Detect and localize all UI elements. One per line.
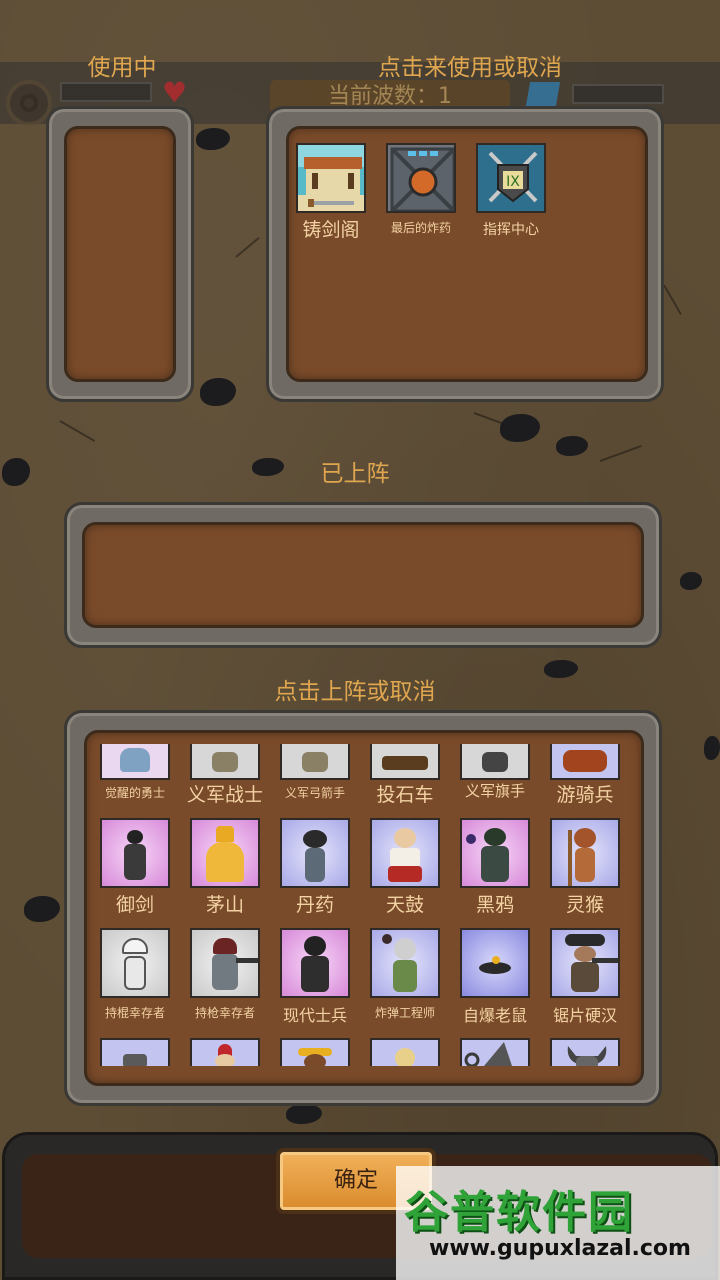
unit-label: 锯片硬汉 [552,1006,617,1025]
sawblade-tough-guy-icon [550,928,620,998]
helmet-unit-icon[interactable] [100,1038,170,1066]
rebel-warrior-icon [190,744,260,780]
maoshan-taoist-icon [190,818,260,888]
unit-label: 投石车 [376,784,434,806]
in-use-slot-area [64,126,176,382]
sword-forge-icon [296,143,366,213]
deployed-title: 已上阵 [320,461,390,487]
club-survivor-icon [100,928,170,998]
monkey-king-unit-icon[interactable] [280,1038,350,1066]
in-use-title: 使用中 [87,55,157,81]
gem-bar [572,84,664,104]
item-label: 指挥中心 [483,222,539,238]
unit-label: 持枪幸存者 [194,1006,255,1020]
spirit-monkey-icon [550,818,620,888]
toggle-use-title: 点击来使用或取消 [378,55,562,81]
alchemist-icon [280,818,350,888]
unit-label: 茅山 [205,894,244,916]
unit-label: 灵猴 [565,894,604,916]
unit-label: 义军弓箭手 [284,786,345,800]
deployed-slot-area [82,522,644,628]
rebel-flagbearer-icon [460,744,530,780]
svg-text:IX: IX [506,174,520,190]
unit-label: 丹药 [295,894,334,916]
ranger-icon [550,744,620,780]
drummer-icon [370,818,440,888]
toggle-deploy-title: 点击上阵或取消 [274,679,436,705]
unit-label: 游骑兵 [556,784,614,806]
modern-soldier-icon [280,928,350,998]
unit-label: 天鼓 [385,894,424,916]
unit-grid[interactable]: 觉醒的勇士 义军战士 义军弓箭手 投石车 义军旗手 游骑兵 御剑 茅山 丹药 天… [96,744,636,1066]
suicide-rat-icon [460,928,530,998]
health-bar [60,82,152,102]
item-label: 铸剑阁 [302,219,360,241]
unit-label: 义军旗手 [464,782,525,800]
unit-label: 自爆老鼠 [462,1006,527,1025]
rebel-archer-icon [280,744,350,780]
awakened-warrior-icon [100,744,170,780]
catapult-icon [370,744,440,780]
unit-label: 义军战士 [186,784,263,806]
unit-label: 持棍幸存者 [104,1006,165,1020]
wizard-unit-icon[interactable] [460,1038,530,1066]
unit-label: 觉醒的勇士 [104,786,165,800]
command-center-icon: IX [476,143,546,213]
black-crow-icon [460,818,530,888]
blonde-unit-icon[interactable] [370,1038,440,1066]
unit-label: 御剑 [115,894,154,916]
unit-label: 黑鸦 [475,894,514,916]
bomb-engineer-icon [370,928,440,998]
unit-label: 现代士兵 [282,1006,347,1025]
sword-master-icon [100,818,170,888]
gem-icon [525,82,561,106]
gear-icon [6,80,52,126]
watermark-logo: 谷普软件园 [404,1187,634,1238]
unit-label: 炸弹工程师 [374,1006,435,1020]
watermark-url: www.gupuxlazal.com [429,1236,691,1261]
gun-survivor-icon [190,928,260,998]
viking-unit-icon[interactable] [550,1038,620,1066]
bomb-crate-icon [386,143,456,213]
spartan-unit-icon[interactable] [190,1038,260,1066]
item-label: 最后的炸药 [390,221,451,235]
